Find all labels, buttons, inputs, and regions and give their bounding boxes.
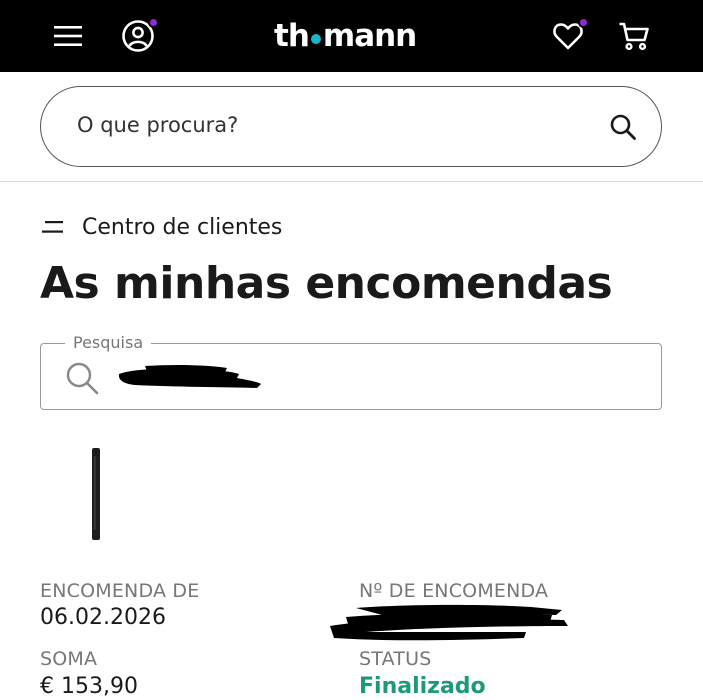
- order-sum-value: € 153,90: [40, 674, 138, 699]
- notification-dot: [578, 17, 589, 28]
- order-search-field[interactable]: Pesquisa: [40, 333, 662, 410]
- cart-icon: [619, 22, 649, 51]
- logo-text-left: th: [274, 18, 310, 54]
- header-divider: [0, 181, 703, 182]
- search-icon[interactable]: [609, 113, 637, 141]
- page-title: As minhas encomendas: [40, 258, 613, 309]
- account-button[interactable]: [116, 14, 160, 58]
- order-sum-label: SOMA: [40, 648, 98, 670]
- top-navigation-bar: th mann: [0, 0, 703, 72]
- order-date-value: 06.02.2026: [40, 605, 166, 630]
- order-search-legend: Pesquisa: [65, 333, 152, 352]
- breadcrumb-label: Centro de clientes: [82, 214, 283, 240]
- order-status-label: STATUS: [359, 648, 432, 670]
- logo-dot: [310, 34, 321, 44]
- submenu-icon: [42, 221, 63, 233]
- order-date-label: ENCOMENDA DE: [40, 580, 200, 602]
- order-status-value: Finalizado: [359, 674, 486, 699]
- redacted-search-value: [118, 364, 261, 388]
- redacted-order-number: [330, 604, 568, 641]
- product-search-bar[interactable]: O que procura?: [40, 86, 662, 167]
- wishlist-button[interactable]: [546, 14, 590, 58]
- breadcrumb[interactable]: Centro de clientes: [42, 212, 282, 242]
- thomann-logo[interactable]: th mann: [274, 16, 417, 56]
- menu-button[interactable]: [48, 16, 88, 56]
- logo-text-right: mann: [322, 18, 417, 54]
- notification-dot: [148, 17, 159, 28]
- product-thumbnail[interactable]: [86, 446, 106, 542]
- order-number-label: Nº DE ENCOMENDA: [359, 580, 549, 602]
- search-icon: [66, 362, 99, 395]
- search-input[interactable]: O que procura?: [77, 113, 238, 137]
- menu-icon: [54, 26, 82, 46]
- cart-button[interactable]: [614, 16, 654, 56]
